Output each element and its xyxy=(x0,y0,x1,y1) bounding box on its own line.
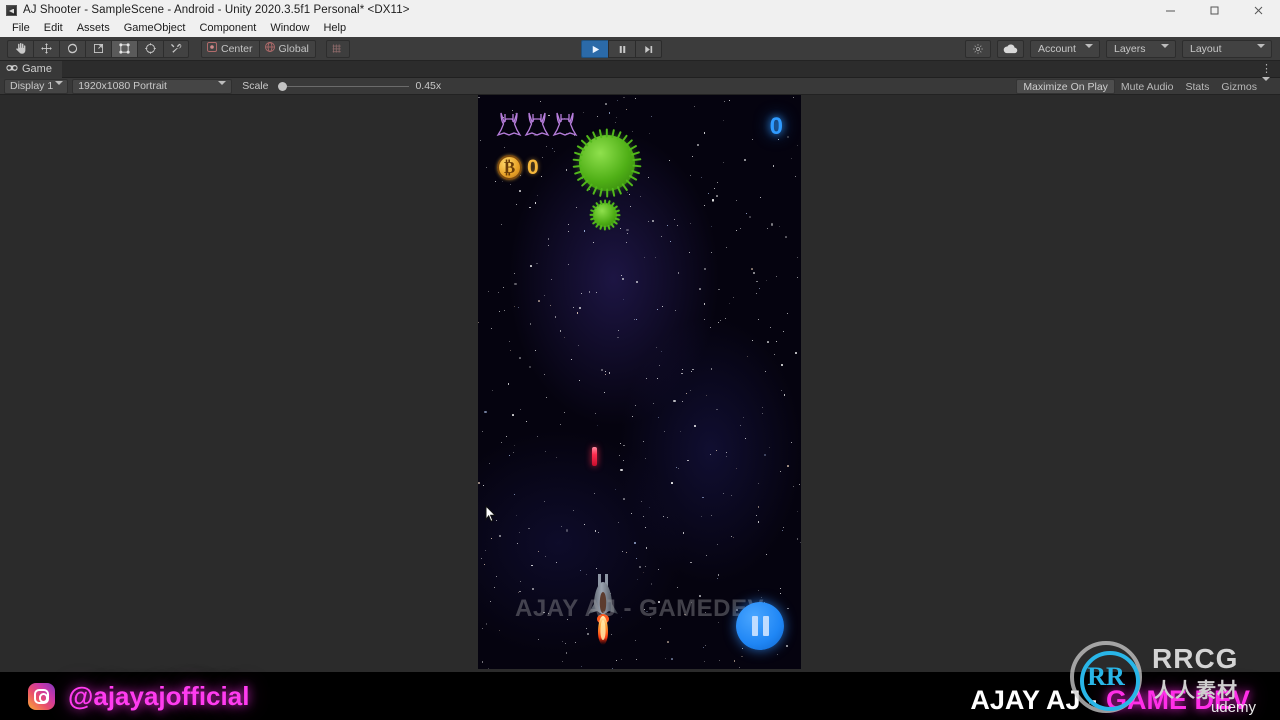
resolution-dropdown[interactable]: 1920x1080 Portrait xyxy=(72,78,233,97)
pivot-mode-label: Center xyxy=(221,42,253,55)
window-controls xyxy=(1148,0,1280,20)
tab-game[interactable]: Game xyxy=(0,60,62,78)
chevron-down-icon xyxy=(1161,44,1169,60)
layout-label: Layout xyxy=(1190,43,1222,55)
pause-button[interactable] xyxy=(608,40,635,58)
maximize-button[interactable] xyxy=(1192,0,1236,20)
handle-rotation-button[interactable]: Global xyxy=(258,39,316,58)
rect-tool[interactable] xyxy=(111,39,137,58)
menu-item-window[interactable]: Window xyxy=(263,20,316,37)
minimize-button[interactable] xyxy=(1148,0,1192,20)
coin-counter: ₿ 0 xyxy=(497,155,539,180)
menu-item-file[interactable]: File xyxy=(5,20,37,37)
virus-enemy-large xyxy=(572,128,642,198)
title-bar: AJ Shooter - SampleScene - Android - Uni… xyxy=(0,0,1280,20)
mouse-cursor xyxy=(485,505,497,522)
chevron-down-icon xyxy=(1257,44,1265,60)
hand-tool[interactable] xyxy=(7,39,33,58)
chevron-down-icon xyxy=(1085,44,1093,60)
rotate-tool[interactable] xyxy=(59,39,85,58)
pause-bar-left xyxy=(751,616,758,636)
layers-label: Layers xyxy=(1114,43,1146,55)
menu-bar: File Edit Assets GameObject Component Wi… xyxy=(0,20,1280,37)
slider-knob[interactable] xyxy=(278,81,288,91)
gizmos-dropdown[interactable]: Gizmos xyxy=(1215,76,1276,94)
editor-main-area: ₿ 0 0 AJAY AJ - GAMEDEV xyxy=(0,95,1280,672)
coin-value: 0 xyxy=(527,155,539,179)
scale-control: Scale 0.45x xyxy=(242,80,441,93)
layout-dropdown[interactable]: Layout xyxy=(1182,40,1272,60)
menu-item-help[interactable]: Help xyxy=(316,20,353,37)
chevron-down-icon xyxy=(1262,76,1270,93)
pivot-handle-group: Center Global xyxy=(201,39,316,58)
virus-enemy-small xyxy=(589,199,621,231)
play-button[interactable] xyxy=(581,40,608,58)
slider-track xyxy=(284,85,410,87)
score-value: 0 xyxy=(769,113,783,140)
close-button[interactable] xyxy=(1236,0,1280,20)
layers-dropdown[interactable]: Layers xyxy=(1106,40,1176,60)
bottom-banner: @ajayajofficial AJAY AJ - GAME DEV udemy xyxy=(0,672,1280,720)
instagram-handle: @ajayajofficial xyxy=(68,680,250,711)
account-dropdown[interactable]: Account xyxy=(1030,40,1100,60)
menu-item-assets[interactable]: Assets xyxy=(70,20,117,37)
unity-app-icon xyxy=(6,4,17,16)
instagram-icon xyxy=(28,682,55,710)
maximize-on-play-toggle[interactable]: Maximize On Play xyxy=(1016,79,1115,94)
menu-item-component[interactable]: Component xyxy=(192,20,263,37)
game-view-canvas[interactable]: ₿ 0 0 AJAY AJ - GAMEDEV xyxy=(478,95,801,669)
tab-game-label: Game xyxy=(22,63,52,75)
move-tool[interactable] xyxy=(33,39,59,58)
display-label: Display 1 xyxy=(10,80,54,92)
pivot-center-icon xyxy=(206,41,218,56)
starfield-background xyxy=(478,95,801,669)
gizmos-label: Gizmos xyxy=(1221,80,1257,93)
menu-item-gameobject[interactable]: GameObject xyxy=(117,20,193,37)
resolution-label: 1920x1080 Portrait xyxy=(78,80,167,92)
grid-snap-icon[interactable] xyxy=(325,39,350,58)
laser-bullet xyxy=(592,447,597,466)
scale-tool[interactable] xyxy=(85,39,111,58)
pause-bar-right xyxy=(762,616,769,636)
player-ship-outline-icon xyxy=(496,112,522,137)
tab-options-kebab[interactable]: ⋮ xyxy=(1261,62,1272,75)
toolbar-right-group: Account Layers Layout xyxy=(965,40,1272,60)
channel-brand: AJAY AJ - GAME DEV xyxy=(970,685,1250,716)
udemy-label: udemy xyxy=(1210,699,1256,716)
globe-icon xyxy=(264,41,276,56)
main-toolbar: Center Global Account Layers Layout xyxy=(0,37,1280,61)
stats-toggle[interactable]: Stats xyxy=(1179,79,1215,94)
display-dropdown[interactable]: Display 1 xyxy=(4,78,69,97)
gameview-toolbar-right: Maximize On Play Mute Audio Stats Gizmos xyxy=(1016,76,1276,94)
lives-display xyxy=(496,110,578,144)
player-ship-outline-icon xyxy=(524,112,550,137)
collab-icon[interactable] xyxy=(965,40,991,58)
scale-slider[interactable] xyxy=(274,80,410,93)
handle-rotation-label: Global xyxy=(278,42,309,55)
play-controls-group xyxy=(581,40,662,58)
pause-icon[interactable] xyxy=(736,602,784,650)
transform-tools-group xyxy=(7,39,189,58)
scale-value: 0.45x xyxy=(415,80,442,92)
window-title: AJ Shooter - SampleScene - Android - Uni… xyxy=(23,4,410,16)
transform-tool[interactable] xyxy=(137,39,163,58)
player-ship-outline-icon xyxy=(552,112,578,137)
game-view-icon xyxy=(6,63,18,75)
cloud-icon[interactable] xyxy=(997,40,1024,58)
menu-item-edit[interactable]: Edit xyxy=(37,20,70,37)
scale-label: Scale xyxy=(242,80,269,92)
pivot-mode-button[interactable]: Center xyxy=(201,39,259,58)
custom-editor-tool[interactable] xyxy=(163,39,189,58)
tab-bar: Game ⋮ xyxy=(0,60,1280,78)
bitcoin-coin-icon: ₿ xyxy=(497,155,522,180)
brand-name-white: AJAY AJ - xyxy=(970,685,1097,715)
step-button[interactable] xyxy=(635,40,662,58)
account-label: Account xyxy=(1038,43,1076,55)
gameview-toolbar: Display 1 1920x1080 Portrait Scale 0.45x… xyxy=(0,76,1280,97)
mute-audio-toggle[interactable]: Mute Audio xyxy=(1115,79,1180,94)
